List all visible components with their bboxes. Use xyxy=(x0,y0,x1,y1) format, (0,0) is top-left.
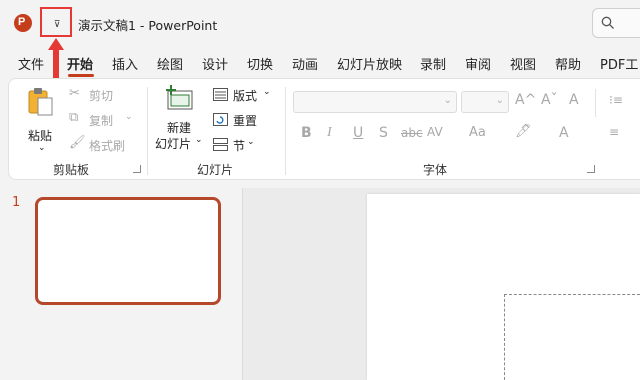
text-shadow-icon[interactable]: S xyxy=(379,125,388,141)
strikethrough-icon[interactable]: abc xyxy=(401,126,423,140)
font-size-dropdown-chevron-icon: ⌄ xyxy=(495,95,504,106)
tab-record[interactable]: 录制 xyxy=(420,54,446,73)
paste-button[interactable]: 粘贴 ⌄ xyxy=(23,87,59,155)
copy-label: 复制 xyxy=(89,114,114,128)
font-separator xyxy=(595,89,596,117)
clipboard-dialog-launcher-icon[interactable] xyxy=(133,165,141,173)
cut-button[interactable]: ✂ 剪切 xyxy=(67,85,137,105)
new-slide-label-line2: 幻灯片 xyxy=(155,137,192,151)
search-icon xyxy=(601,16,614,29)
layout-label: 版式 xyxy=(233,89,258,103)
tab-insert[interactable]: 插入 xyxy=(112,54,138,73)
tab-file[interactable]: 文件 xyxy=(18,54,44,73)
highlight-color-icon[interactable]: 🖊 xyxy=(515,124,532,139)
tab-pdf-tools[interactable]: PDF工 xyxy=(600,54,638,73)
layout-dropdown-chevron-icon: ⌄ xyxy=(263,87,271,97)
copy-button[interactable]: ⧉ 复制 ⌄ xyxy=(67,110,147,130)
align-left-icon[interactable]: ≡ xyxy=(609,125,619,139)
reset-icon xyxy=(213,113,228,126)
tab-transitions[interactable]: 切换 xyxy=(247,54,273,73)
format-painter-icon: 🖌 xyxy=(69,135,86,150)
font-color-icon[interactable]: A xyxy=(559,125,569,141)
font-name-combobox[interactable]: ⌄ xyxy=(293,91,457,113)
tab-home[interactable]: 开始 xyxy=(67,54,93,73)
title-placeholder[interactable] xyxy=(504,294,640,380)
new-slide-label-line1: 新建 xyxy=(167,121,192,135)
font-size-combobox[interactable]: ⌄ xyxy=(461,91,509,113)
powerpoint-logo-icon: P xyxy=(14,14,32,32)
document-title: 演示文稿1 - PowerPoint xyxy=(78,18,218,33)
reset-button[interactable]: 重置 xyxy=(213,110,275,130)
tab-draw[interactable]: 绘图 xyxy=(157,54,183,73)
copy-icon: ⧉ xyxy=(69,110,79,125)
slide-thumbnail[interactable] xyxy=(35,197,221,305)
italic-icon[interactable]: I xyxy=(327,125,332,141)
slides-group-label: 幻灯片 xyxy=(197,163,234,177)
section-button[interactable]: 节 ⌄ xyxy=(213,135,275,155)
paste-dropdown-chevron-icon[interactable]: ⌄ xyxy=(38,143,46,153)
decrease-font-size-icon[interactable]: Aˇ xyxy=(541,92,558,108)
tab-design[interactable]: 设计 xyxy=(202,54,228,73)
clipboard-group-label: 剪贴板 xyxy=(53,163,90,177)
tab-review[interactable]: 审阅 xyxy=(465,54,491,73)
tab-slideshow[interactable]: 幻灯片放映 xyxy=(337,54,402,73)
font-name-dropdown-chevron-icon: ⌄ xyxy=(443,95,452,106)
cut-label: 剪切 xyxy=(89,89,114,103)
tab-help[interactable]: 帮助 xyxy=(555,54,581,73)
tab-view[interactable]: 视图 xyxy=(510,54,536,73)
title-bar: P ⊽ 演示文稿1 - PowerPoint xyxy=(0,0,640,82)
font-dialog-launcher-icon[interactable] xyxy=(587,165,595,173)
new-slide-button[interactable]: 新建 幻灯片 ⌄ xyxy=(155,85,207,157)
reset-label: 重置 xyxy=(233,114,258,128)
font-group-label: 字体 xyxy=(423,163,448,177)
scissors-icon: ✂ xyxy=(69,86,80,101)
increase-font-size-icon[interactable]: A^ xyxy=(515,92,536,108)
ribbon-home: 粘贴 ⌄ ✂ 剪切 ⧉ 复制 ⌄ 🖌 格式刷 剪贴板 新建 幻灯片 ⌄ 版式 ⌄… xyxy=(8,78,640,180)
format-painter-label: 格式刷 xyxy=(89,139,126,153)
paste-label: 粘贴 xyxy=(28,129,53,143)
bold-icon[interactable]: B xyxy=(301,125,312,141)
change-case-icon[interactable]: Aa xyxy=(469,125,486,140)
group-separator xyxy=(285,87,286,175)
layout-icon xyxy=(213,88,228,101)
group-separator xyxy=(147,87,148,175)
slide-number: 1 xyxy=(12,195,21,210)
clear-formatting-icon[interactable]: A xyxy=(569,92,579,108)
paste-icon xyxy=(28,88,53,116)
layout-button[interactable]: 版式 ⌄ xyxy=(213,85,275,105)
ribbon-tabs: 文件 开始 插入 绘图 设计 切换 动画 幻灯片放映 录制 审阅 视图 帮助 P… xyxy=(0,48,640,78)
section-dropdown-chevron-icon: ⌄ xyxy=(247,137,255,147)
format-painter-button[interactable]: 🖌 格式刷 xyxy=(67,135,147,155)
new-slide-icon xyxy=(166,85,193,110)
underline-icon[interactable]: U xyxy=(353,125,363,141)
active-tab-indicator xyxy=(68,74,94,77)
section-icon xyxy=(213,138,228,151)
character-spacing-icon[interactable]: AV xyxy=(427,125,443,139)
search-button[interactable] xyxy=(592,8,640,38)
new-slide-dropdown-chevron-icon[interactable]: ⌄ xyxy=(195,135,203,145)
bullets-icon[interactable]: ⁝≡ xyxy=(609,93,623,107)
annotation-highlight-box xyxy=(40,7,72,37)
tab-animations[interactable]: 动画 xyxy=(292,54,318,73)
copy-dropdown-chevron-icon[interactable]: ⌄ xyxy=(125,112,133,122)
section-label: 节 xyxy=(233,139,246,153)
